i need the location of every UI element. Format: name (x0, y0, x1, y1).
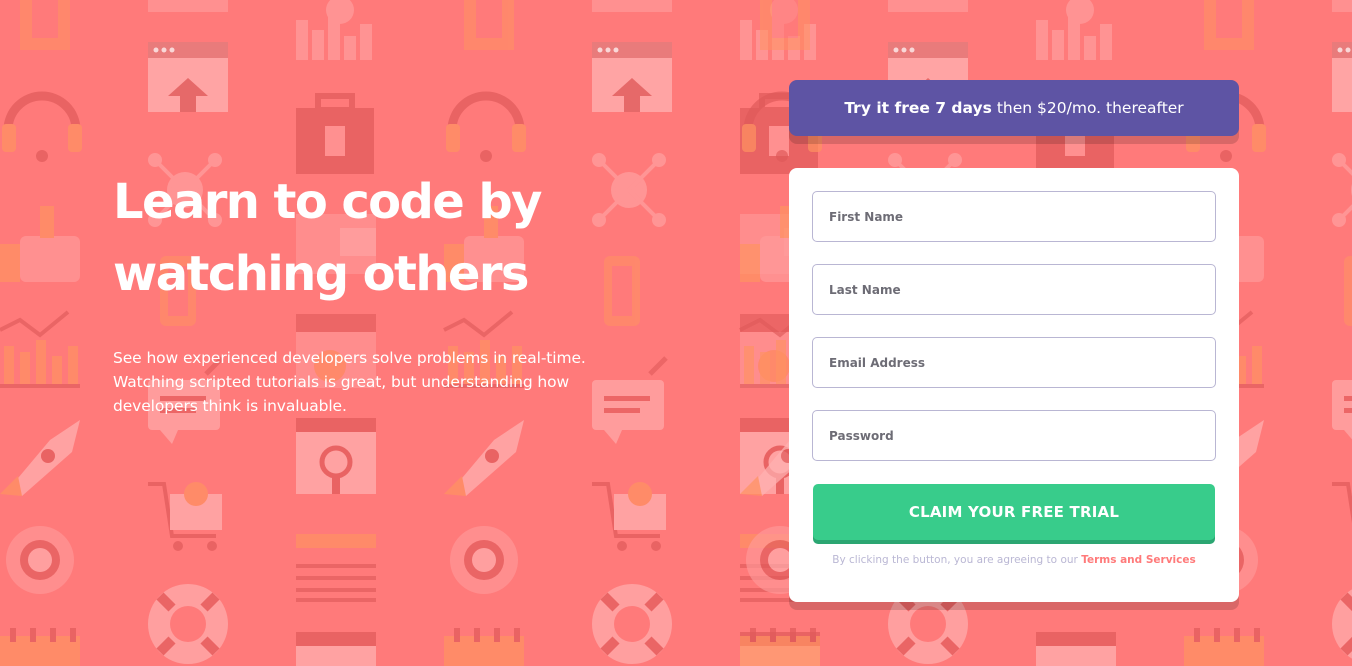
last-name-input[interactable] (829, 282, 1215, 297)
hero-title-line-2: watching others (113, 246, 530, 302)
hero-description-line-1: See how experienced developers solve pro… (113, 349, 586, 367)
hero-description-line-2: Watching scripted tutorials is great, bu… (113, 373, 570, 391)
terms-notice: By clicking the button, you are agreeing… (812, 554, 1216, 566)
claim-free-trial-button[interactable]: CLAIM YOUR FREE TRIAL (813, 484, 1215, 540)
signup-form: CLAIM YOUR FREE TRIAL By clicking the bu… (789, 168, 1239, 602)
password-input[interactable] (829, 428, 1215, 443)
hero-description: See how experienced developers solve pro… (113, 346, 618, 418)
first-name-input[interactable] (829, 209, 1215, 224)
terms-text: By clicking the button, you are agreeing… (832, 554, 1082, 566)
terms-link[interactable]: Terms and Services (1081, 554, 1196, 566)
pricing-banner-text: then $20/mo. thereafter (996, 99, 1184, 117)
pricing-banner: Try it free 7 days then $20/mo. thereaft… (789, 80, 1239, 136)
hero-description-line-3: developers think is invaluable. (113, 397, 347, 415)
last-name-field-wrapper (812, 264, 1216, 315)
hero-section: Learn to code by watching others See how… (113, 166, 633, 418)
hero-title-line-1: Learn to code by (113, 174, 542, 230)
password-field-wrapper (812, 410, 1216, 461)
first-name-field-wrapper (812, 191, 1216, 242)
hero-title: Learn to code by watching others (113, 166, 633, 310)
email-field-wrapper (812, 337, 1216, 388)
email-input[interactable] (829, 355, 1215, 370)
pricing-banner-bold: Try it free 7 days (844, 99, 992, 117)
